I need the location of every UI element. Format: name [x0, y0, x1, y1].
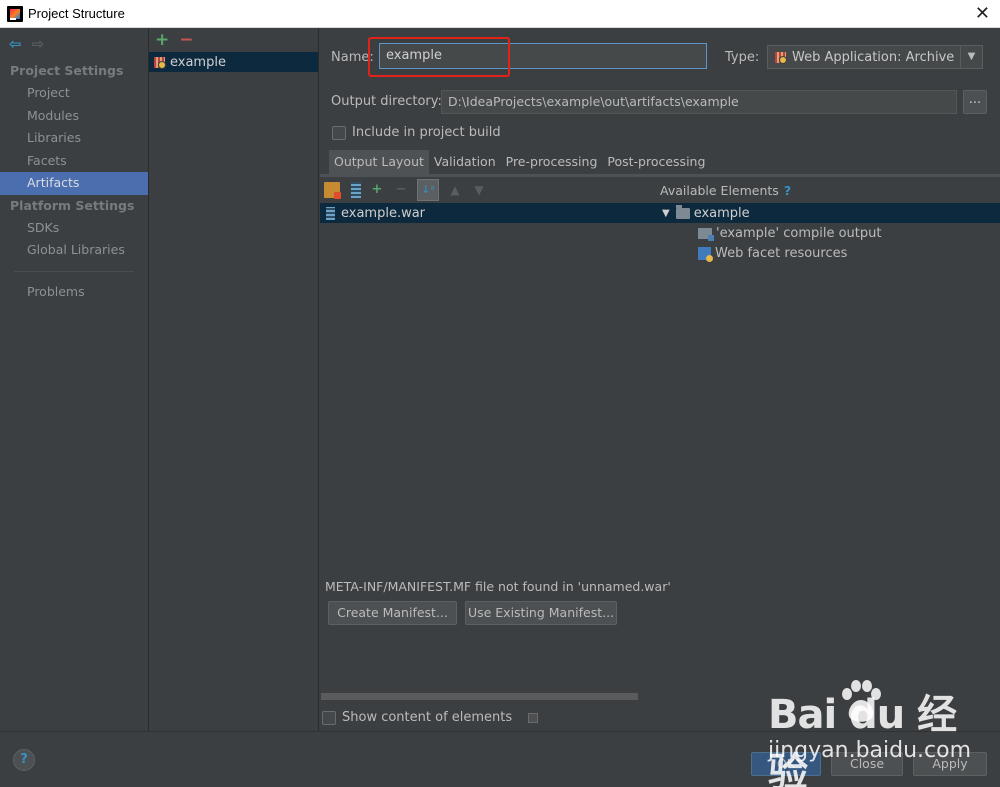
nav-item-facets[interactable]: Facets	[0, 150, 148, 173]
title-bar: Project Structure ✕	[0, 0, 1000, 28]
tree-item-war[interactable]: example.war	[320, 203, 658, 223]
show-content-checkbox[interactable]	[322, 710, 336, 725]
available-elements-label: Available Elements	[660, 183, 779, 198]
dialog-footer: ? OK Close Apply	[0, 731, 1000, 787]
compile-output-icon	[698, 227, 714, 241]
war-label: example.war	[341, 205, 426, 221]
move-down-icon[interactable]: ▼	[471, 182, 487, 198]
artifact-list-panel: + − example	[149, 28, 319, 731]
tab-post-processing[interactable]: Post-processing	[602, 150, 710, 174]
back-arrow-icon[interactable]: ⇦	[9, 35, 22, 53]
nav-item-modules[interactable]: Modules	[0, 105, 148, 128]
compile-output-label: 'example' compile output	[716, 225, 882, 241]
war-type-icon	[774, 51, 787, 64]
dropdown-arrow-icon[interactable]: ▼	[960, 46, 982, 68]
type-select[interactable]: Web Application: Archive ▼	[767, 45, 983, 69]
create-directory-icon[interactable]	[324, 182, 341, 199]
archive-icon	[326, 206, 335, 220]
war-artifact-icon	[153, 56, 166, 69]
nav-arrows: ⇦ ⇨	[0, 28, 148, 60]
available-elements-tree: ▼ example 'example' compile output Web f…	[658, 203, 1000, 713]
artifact-settings: Name: example Type: Web Application: Arc…	[320, 28, 1000, 731]
output-layout-toolbar: + − ↓ᵃ ▲ ▼	[320, 177, 658, 203]
add-artifact-icon[interactable]: +	[155, 30, 169, 50]
expand-triangle-icon[interactable]: ▼	[662, 208, 670, 219]
tab-bar: Output Layout Validation Pre-processing …	[329, 150, 710, 174]
create-manifest-button[interactable]: Create Manifest...	[328, 601, 457, 625]
tab-pre-processing[interactable]: Pre-processing	[501, 150, 603, 174]
include-in-build-row[interactable]: Include in project build	[332, 125, 501, 140]
nav-item-problems[interactable]: Problems	[0, 281, 148, 304]
nav-divider	[14, 270, 134, 272]
create-archive-icon[interactable]	[351, 182, 361, 198]
help-button[interactable]: ?	[13, 749, 35, 771]
show-content-row[interactable]: Show content of elements	[322, 710, 539, 725]
tree-item-compile-output[interactable]: 'example' compile output	[658, 223, 1000, 243]
tree-item-web-facet[interactable]: Web facet resources	[658, 243, 1000, 263]
show-content-label: Show content of elements	[342, 710, 513, 725]
forward-arrow-icon[interactable]: ⇨	[32, 35, 45, 53]
nav-item-artifacts[interactable]: Artifacts	[0, 172, 148, 195]
output-layout-tree: example.war	[320, 203, 658, 713]
output-directory-input[interactable]: D:\IdeaProjects\example\out\artifacts\ex…	[441, 90, 957, 114]
sort-elements-icon[interactable]: ↓ᵃ	[417, 179, 439, 201]
use-existing-manifest-button[interactable]: Use Existing Manifest...	[465, 601, 617, 625]
output-directory-label: Output directory:	[331, 94, 442, 109]
module-folder-icon	[675, 204, 690, 219]
nav-item-global-libraries[interactable]: Global Libraries	[0, 239, 148, 262]
nav-item-libraries[interactable]: Libraries	[0, 127, 148, 150]
name-input[interactable]: example	[379, 43, 707, 69]
type-label: Type:	[725, 50, 760, 65]
close-icon[interactable]: ✕	[975, 3, 990, 24]
web-facet-label: Web facet resources	[715, 245, 848, 261]
tree-item-example-module[interactable]: ▼ example	[658, 203, 1000, 223]
remove-artifact-icon[interactable]: −	[179, 30, 193, 50]
horizontal-scrollbar[interactable]	[321, 693, 638, 700]
ok-button[interactable]: OK	[751, 752, 821, 776]
type-value: Web Application: Archive	[792, 49, 955, 65]
tab-output-layout[interactable]: Output Layout	[329, 150, 429, 174]
artifact-item[interactable]: example	[149, 52, 318, 72]
web-facet-icon	[698, 246, 713, 262]
include-in-build-checkbox[interactable]	[332, 125, 346, 140]
browse-button[interactable]: ...	[963, 90, 987, 114]
section-project-settings: Project Settings	[10, 63, 124, 78]
include-in-build-label: Include in project build	[352, 125, 501, 140]
tab-validation[interactable]: Validation	[429, 150, 501, 174]
window-title: Project Structure	[28, 6, 125, 21]
section-platform-settings: Platform Settings	[10, 197, 135, 213]
show-content-settings-icon[interactable]	[528, 712, 539, 723]
available-elements-title: Available Elements?	[660, 183, 791, 198]
manifest-message: META-INF/MANIFEST.MF file not found in '…	[325, 579, 671, 594]
remove-element-icon[interactable]: −	[393, 182, 409, 198]
name-label: Name:	[331, 50, 374, 65]
nav-item-project[interactable]: Project	[0, 82, 148, 105]
artifact-toolbar: + −	[149, 28, 318, 52]
intellij-logo-icon	[7, 5, 23, 22]
artifact-label: example	[170, 54, 226, 70]
close-button[interactable]: Close	[831, 752, 903, 776]
add-element-icon[interactable]: +	[369, 182, 385, 198]
help-icon[interactable]: ?	[784, 183, 791, 198]
module-label: example	[693, 205, 750, 221]
nav-item-sdks[interactable]: SDKs	[0, 217, 148, 240]
move-up-icon[interactable]: ▲	[447, 182, 463, 198]
apply-button[interactable]: Apply	[913, 752, 987, 776]
left-navigation: ⇦ ⇨ Project Settings Project Modules Lib…	[0, 28, 149, 731]
